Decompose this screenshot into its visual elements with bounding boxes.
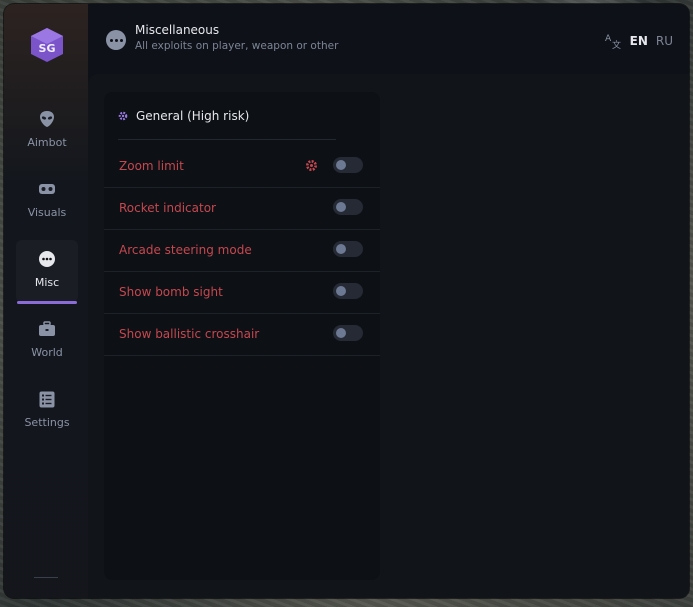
sidebar-divider [34,577,58,578]
toggle-knob [336,244,346,254]
sidebar-item-label: World [31,346,63,359]
option-label: Show bomb sight [119,285,223,299]
toggle-knob [336,202,346,212]
sidebar-item-label: Visuals [27,206,67,219]
option-row-arcade-steering: Arcade steering mode [104,229,380,272]
page-subtitle: All exploits on player, weapon or other [135,40,339,52]
sidebar-item-misc[interactable]: Misc [16,240,78,304]
option-label: Show ballistic crosshair [119,327,260,341]
bomb-sight-toggle[interactable] [333,283,363,299]
sidebar-item-world[interactable]: World [16,310,78,372]
zoom-limit-toggle[interactable] [333,157,363,173]
more-dots-icon [38,250,56,268]
sidebar-item-label: Settings [24,416,70,429]
briefcase-icon [38,320,56,338]
sidebar-item-label: Misc [34,276,60,289]
header: Miscellaneous All exploits on player, we… [88,4,689,70]
main-content: General (High risk) Zoom limit Rocket in… [88,74,689,598]
rocket-indicator-toggle[interactable] [333,199,363,215]
more-dots-icon [106,30,126,50]
menu-window: SG Aimbot Visuals Misc World Settings Mi… [4,4,689,598]
sidebar-item-settings[interactable]: Settings [16,380,78,442]
option-label: Rocket indicator [119,201,216,215]
panel-header: General (High risk) [118,92,336,140]
arcade-steering-toggle[interactable] [333,241,363,257]
sidebar-item-label: Aimbot [27,136,67,149]
general-panel: General (High risk) Zoom limit Rocket in… [104,92,380,580]
settings-gear-icon[interactable] [305,159,318,172]
gear-icon [118,111,128,120]
active-indicator [17,301,77,304]
page-title: Miscellaneous [135,23,220,37]
sidebar-item-visuals[interactable]: Visuals [16,170,78,232]
option-row-bomb-sight: Show bomb sight [104,271,380,314]
ballistic-crosshair-toggle[interactable] [333,325,363,341]
option-row-rocket-indicator: Rocket indicator [104,187,380,230]
toggle-knob [336,160,346,170]
toggle-knob [336,328,346,338]
list-settings-icon [38,390,56,408]
svg-text:SG: SG [39,42,56,55]
panel-title: General (High risk) [136,108,250,123]
sidebar-item-aimbot[interactable]: Aimbot [16,100,78,162]
option-row-ballistic-crosshair: Show ballistic crosshair [104,313,380,356]
svg-text:A: A [605,34,612,44]
option-label: Arcade steering mode [119,243,252,257]
translate-icon: A 文 [605,34,621,50]
sidebar: SG Aimbot Visuals Misc World Settings [4,4,88,598]
app-logo: SG [31,28,63,62]
language-en[interactable]: EN [630,34,648,48]
vr-headset-icon [38,180,56,198]
alien-icon [38,110,56,128]
language-switcher: A 文 EN RU [604,32,673,50]
svg-text:文: 文 [612,39,621,50]
toggle-knob [336,286,346,296]
language-ru[interactable]: RU [656,34,673,48]
option-row-zoom-limit: Zoom limit [104,145,380,188]
option-label: Zoom limit [119,159,184,173]
